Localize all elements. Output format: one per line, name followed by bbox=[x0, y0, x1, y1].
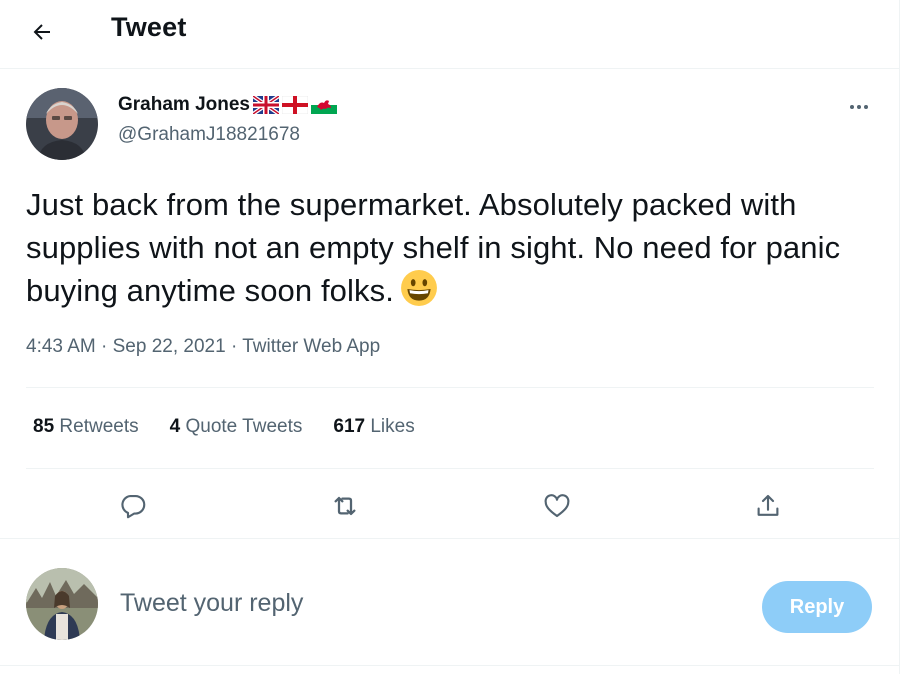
author-handle[interactable]: @GrahamJ18821678 bbox=[118, 124, 300, 146]
england-flag-icon bbox=[282, 96, 308, 114]
retweet-action-button[interactable] bbox=[323, 484, 367, 528]
reply-input[interactable]: Tweet your reply bbox=[120, 589, 303, 618]
bottom-divider bbox=[0, 665, 900, 666]
likes-label: Likes bbox=[370, 416, 415, 437]
more-dots-icon bbox=[850, 105, 854, 109]
likes-count: 617 bbox=[333, 416, 366, 437]
retweets-stat[interactable]: 85 Retweets bbox=[33, 416, 139, 438]
tweet-date[interactable]: Sep 22, 2021 bbox=[113, 336, 226, 357]
tweet-meta: 4:43 AM · Sep 22, 2021 · Twitter Web App bbox=[26, 336, 380, 358]
like-action-button[interactable] bbox=[535, 484, 579, 528]
more-dot bbox=[857, 105, 861, 109]
retweet-icon bbox=[334, 496, 356, 516]
back-button[interactable] bbox=[24, 14, 60, 50]
tweet-source[interactable]: Twitter Web App bbox=[242, 336, 380, 357]
stats-divider bbox=[26, 468, 874, 469]
reply-action-button[interactable] bbox=[111, 484, 155, 528]
meta-separator: · bbox=[230, 336, 238, 357]
comment-bubble-icon bbox=[121, 494, 146, 519]
likes-stat[interactable]: 617 Likes bbox=[333, 416, 414, 438]
arrow-left-icon bbox=[33, 24, 50, 40]
top-bar: Tweet bbox=[0, 0, 900, 66]
more-dot bbox=[864, 105, 868, 109]
retweets-count: 85 bbox=[33, 416, 55, 437]
column-border bbox=[899, 0, 900, 674]
smiling-face-emoji-icon bbox=[400, 270, 437, 306]
quote-tweets-stat[interactable]: 4 Quote Tweets bbox=[170, 416, 303, 438]
author-avatar[interactable] bbox=[26, 88, 98, 160]
reply-button[interactable]: Reply bbox=[762, 581, 872, 633]
page-title: Tweet bbox=[111, 12, 187, 42]
tweet-time[interactable]: 4:43 AM bbox=[26, 336, 96, 357]
union-jack-flag-icon bbox=[253, 96, 279, 114]
actions-divider bbox=[0, 538, 900, 539]
author-name[interactable]: Graham Jones bbox=[118, 94, 250, 116]
meta-separator: · bbox=[101, 336, 108, 357]
retweets-label: Retweets bbox=[59, 416, 139, 437]
share-icon bbox=[757, 494, 779, 516]
share-action-button[interactable] bbox=[746, 484, 790, 528]
heart-icon bbox=[544, 494, 570, 518]
tweet-text: Just back from the supermarket. Absolute… bbox=[26, 183, 886, 312]
more-options-button[interactable] bbox=[840, 92, 878, 122]
quote-tweets-count: 4 bbox=[169, 416, 181, 437]
current-user-avatar[interactable] bbox=[26, 568, 98, 640]
engagement-stats: 85 Retweets 4 Quote Tweets 617 Likes bbox=[33, 416, 415, 438]
header-divider bbox=[0, 68, 900, 69]
meta-divider bbox=[26, 387, 874, 388]
tweet-actions bbox=[26, 484, 874, 528]
author-name-row[interactable]: Graham Jones bbox=[118, 94, 337, 116]
wales-flag-icon bbox=[311, 96, 337, 114]
quote-tweets-label: Quote Tweets bbox=[185, 416, 303, 437]
